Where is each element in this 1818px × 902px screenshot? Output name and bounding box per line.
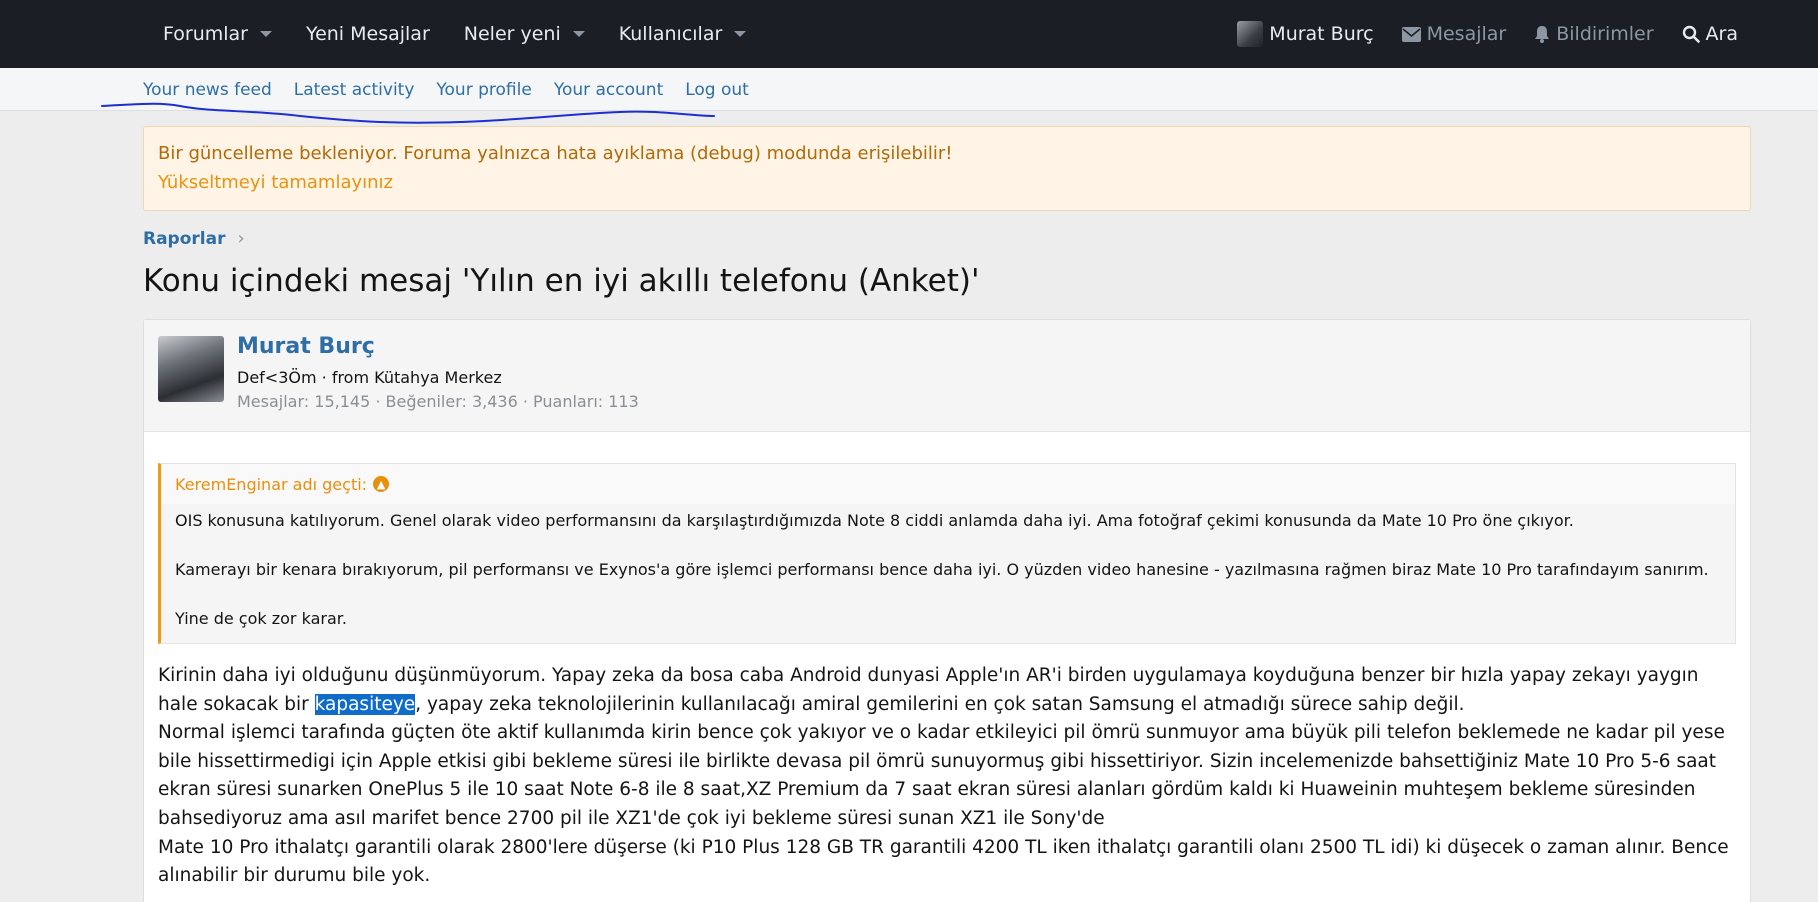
body-paragraph: Mate 10 Pro ithalatçı garantili olarak 2… <box>158 836 1729 887</box>
subnav-latest-activity[interactable]: Latest activity <box>294 80 415 100</box>
alerts-link[interactable]: Bildirimler <box>1534 23 1654 45</box>
top-navigation: Forumlar Yeni Mesajlar Neler yeni Kullan… <box>0 0 1818 68</box>
alerts-label[interactable]: Bildirimler <box>1556 23 1653 45</box>
chevron-down-icon[interactable] <box>734 31 747 37</box>
nav-members-label[interactable]: Kullanıcılar <box>619 23 723 45</box>
subnav-news-feed[interactable]: Your news feed <box>143 80 272 100</box>
chevron-right-icon: › <box>237 228 245 249</box>
body-paragraph: Kirinin daha iyi olduğunu düşünmüyorum. … <box>158 662 1738 719</box>
quote-header[interactable]: KeremEnginar adı geçti: ▲ <box>161 464 1735 504</box>
page-title: Konu içindeki mesaj 'Yılın en iyi akıllı… <box>143 263 980 299</box>
nav-forums[interactable]: Forumlar <box>163 23 272 45</box>
subnav-your-account[interactable]: Your account <box>554 80 663 100</box>
search-link[interactable]: Ara <box>1682 23 1738 45</box>
author-stats: Mesajlar: 15,145 · Beğeniler: 3,436 · Pu… <box>237 392 639 411</box>
bell-icon <box>1535 26 1550 43</box>
envelope-icon <box>1401 26 1421 42</box>
notice-text: Bir güncelleme bekleniyor. Foruma yalnız… <box>158 143 953 164</box>
breadcrumb-reports[interactable]: Raporlar <box>143 229 225 249</box>
nav-new-posts-label[interactable]: Yeni Mesajlar <box>306 23 430 45</box>
account-menu[interactable]: Murat Burç <box>1237 21 1374 47</box>
quote-author[interactable]: KeremEnginar adı geçti: <box>175 475 367 494</box>
message-body: Kirinin daha iyi olduğunu düşünmüyorum. … <box>158 662 1738 891</box>
subnav-your-profile[interactable]: Your profile <box>436 80 531 100</box>
messages-label[interactable]: Mesajlar <box>1427 23 1507 45</box>
body-text: , yapay zeka teknolojilerinin kullanılac… <box>415 693 1465 715</box>
quote-paragraph: Yine de çok zor karar. <box>175 609 347 628</box>
primary-nav: Forumlar Yeni Mesajlar Neler yeni Kullan… <box>163 0 780 68</box>
selected-text: kapasiteye <box>314 693 416 715</box>
nav-new-posts[interactable]: Yeni Mesajlar <box>306 23 430 45</box>
nav-whats-new-label[interactable]: Neler yeni <box>464 23 561 45</box>
nav-forums-label[interactable]: Forumlar <box>163 23 248 45</box>
account-nav: Murat Burç Mesajlar Bildirimler Ara <box>1209 0 1738 68</box>
quote-block: KeremEnginar adı geçti: ▲ OIS konusuna k… <box>158 463 1736 644</box>
nav-whats-new[interactable]: Neler yeni <box>464 23 585 45</box>
reported-message: Murat Burç Def<3Öm · from Kütahya Merkez… <box>143 319 1751 902</box>
message-author: Murat Burç Def<3Öm · from Kütahya Merkez… <box>144 320 1750 432</box>
account-username[interactable]: Murat Burç <box>1269 23 1373 45</box>
search-label[interactable]: Ara <box>1706 23 1738 45</box>
body-paragraph: Normal işlemci tarafında güçten öte akti… <box>158 722 1725 829</box>
author-name[interactable]: Murat Burç <box>237 334 375 359</box>
arrow-up-icon[interactable]: ▲ <box>373 476 390 492</box>
breadcrumb: Raporlar › <box>143 228 245 249</box>
subnav-log-out[interactable]: Log out <box>685 80 749 100</box>
avatar[interactable] <box>1237 21 1264 47</box>
quote-paragraph: OIS konusuna katılıyorum. Genel olarak v… <box>175 511 1574 530</box>
author-title: Def<3Öm · from Kütahya Merkez <box>237 368 502 387</box>
quote-body: OIS konusuna katılıyorum. Genel olarak v… <box>161 504 1735 636</box>
notice-upgrade-link[interactable]: Yükseltmeyi tamamlayınız <box>158 172 1736 193</box>
avatar[interactable] <box>158 336 224 402</box>
quote-paragraph: Kamerayı bir kenara bırakıyorum, pil per… <box>175 560 1709 579</box>
nav-members[interactable]: Kullanıcılar <box>619 23 747 45</box>
search-icon <box>1682 25 1700 43</box>
upgrade-notice: Bir güncelleme bekleniyor. Foruma yalnız… <box>143 126 1751 211</box>
chevron-down-icon[interactable] <box>572 31 585 37</box>
messages-link[interactable]: Mesajlar <box>1401 23 1507 45</box>
chevron-down-icon[interactable] <box>259 31 272 37</box>
